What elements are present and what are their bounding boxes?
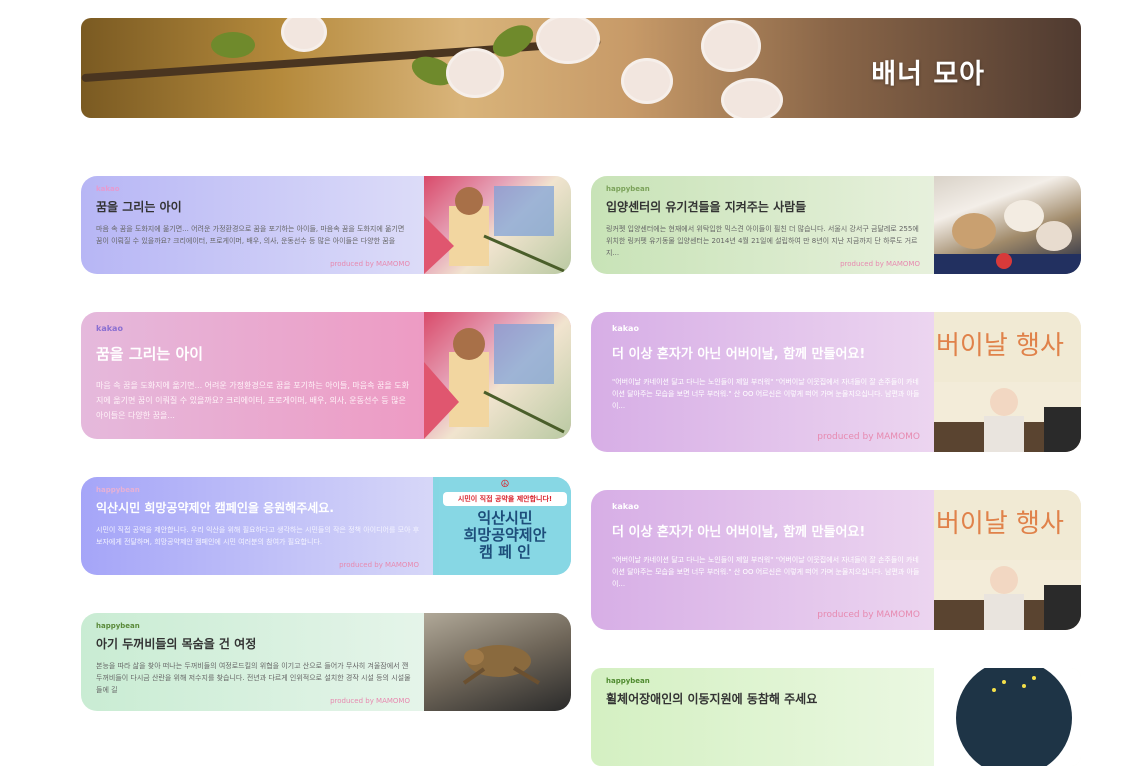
child-drawing-art xyxy=(424,324,565,439)
card-credit: produced by MAMOMO xyxy=(817,610,920,620)
blossom-decoration xyxy=(701,20,761,72)
card-title: 꿈을 그리는 아이 xyxy=(96,200,182,214)
svg-text:버이날 행사: 버이날 행사 xyxy=(936,509,1064,539)
banner-card[interactable]: happybean 휠체어장애인의 이동지원에 동참해 주세요 xyxy=(591,668,1081,766)
card-title: 휠체어장애인의 이동지원에 동참해 주세요 xyxy=(606,692,818,706)
poster-text: 익산시민 희망공약제안 캠 페 인 xyxy=(439,510,571,561)
card-tag: happybean xyxy=(606,185,650,193)
card-description: 링커펫 입양센터에는 현재에서 위탁입한 믹스견 아이들이 필친 더 많습니다.… xyxy=(606,225,919,257)
poster-line: 희망공약제안 xyxy=(463,526,547,544)
card-description: "어버이날 카네이션 달고 다니는 노인들이 제일 부러워" "어버이날 이웃집… xyxy=(612,556,920,588)
poster-line: 익산시민 xyxy=(477,509,533,527)
parents-day-event-art: 버이날 행사 xyxy=(934,312,1081,452)
blossom-decoration xyxy=(281,18,327,52)
poster-emblem-icon: ☮ xyxy=(500,479,510,490)
card-tag: kakao xyxy=(612,502,639,511)
dogs-art xyxy=(934,200,1081,274)
banner-card[interactable]: kakao 더 이상 혼자가 아닌 어버이날, 함께 만들어요! "어버이날 카… xyxy=(591,312,1081,452)
banner-card[interactable]: happybean 입양센터의 유기견들을 지켜주는 사람들 링커펫 입양센터에… xyxy=(591,176,1081,274)
dogs-image xyxy=(934,176,1081,274)
svg-text:버이날 행사: 버이날 행사 xyxy=(936,331,1064,361)
card-title: 더 이상 혼자가 아닌 어버이날, 함께 만들어요! xyxy=(612,525,866,540)
card-description: 시민이 직접 공약을 제안합니다. 우리 익산을 위해 필요하다고 생각하는 시… xyxy=(96,526,420,546)
blossom-decoration xyxy=(621,58,673,104)
banner-card[interactable]: happybean 아기 두꺼비들의 목숨을 건 여정 본능을 따라 삶을 찾아… xyxy=(81,613,571,711)
wheelchair-illustration-image xyxy=(934,668,1081,766)
card-credit: produced by MAMOMO xyxy=(339,561,419,569)
toad-art xyxy=(462,645,541,685)
card-tag: kakao xyxy=(96,185,120,193)
card-credit: produced by MAMOMO xyxy=(817,432,920,442)
card-tag: happybean xyxy=(96,622,140,630)
card-description: 마음 속 꿈을 도화지에 옮기면... 어려운 가정환경으로 꿈을 포기하는 아… xyxy=(96,225,405,245)
campaign-poster-image: ☮ 시민이 직접 공약을 제안합니다! 익산시민 희망공약제안 캠 페 인 xyxy=(433,477,571,575)
card-description: "어버이날 카네이션 달고 다니는 노인들이 제일 부러워" "어버이날 이웃집… xyxy=(612,378,920,410)
poster-line: 캠 페 인 xyxy=(479,543,531,561)
page-title: 배너 모아 xyxy=(871,59,985,90)
poster-headline: 시민이 직접 공약을 제안합니다! xyxy=(443,492,567,506)
toad-image xyxy=(424,613,571,711)
banner-card[interactable]: happybean 익산시민 희망공약제안 캠페인을 응원해주세요. 시민이 직… xyxy=(81,477,571,575)
card-tag: happybean xyxy=(606,677,650,685)
blossom-decoration xyxy=(721,78,783,118)
hero-banner: 배너 모아 xyxy=(81,18,1081,118)
card-credit: produced by MAMOMO xyxy=(330,697,410,705)
card-description: 마음 속 꿈을 도화지에 옮기면... 어려운 가정환경으로 꿈을 포기하는 아… xyxy=(96,381,410,420)
card-tag: happybean xyxy=(96,486,140,494)
circle-illustration-art xyxy=(956,668,1072,766)
card-tag: kakao xyxy=(96,324,123,333)
child-drawing-art xyxy=(424,186,565,274)
card-title: 익산시민 희망공약제안 캠페인을 응원해주세요. xyxy=(96,501,334,515)
card-title: 더 이상 혼자가 아닌 어버이날, 함께 만들어요! xyxy=(612,347,866,362)
child-drawing-image xyxy=(424,312,571,439)
parents-day-event-image: 버이날 행사 xyxy=(934,312,1081,452)
banner-card[interactable]: kakao 꿈을 그리는 아이 마음 속 꿈을 도화지에 옮기면... 어려운 … xyxy=(81,312,571,439)
banner-card[interactable]: kakao 꿈을 그리는 아이 마음 속 꿈을 도화지에 옮기면... 어려운 … xyxy=(81,176,571,274)
card-credit: produced by MAMOMO xyxy=(840,260,920,268)
parents-day-event-image: 버이날 행사 xyxy=(934,490,1081,630)
blossom-decoration xyxy=(446,48,504,98)
blossom-decoration xyxy=(536,18,600,64)
leaf-decoration xyxy=(211,32,255,58)
card-credit: produced by MAMOMO xyxy=(330,260,410,268)
card-title: 입양센터의 유기견들을 지켜주는 사람들 xyxy=(606,200,807,214)
card-description: 본능을 따라 삶을 찾아 떠나는 두꺼비들의 여정로드킬의 위협을 이기고 산으… xyxy=(96,662,411,694)
child-drawing-image xyxy=(424,176,571,274)
parents-day-event-art: 버이날 행사 xyxy=(934,490,1081,630)
banner-card[interactable]: kakao 더 이상 혼자가 아닌 어버이날, 함께 만들어요! "어버이날 카… xyxy=(591,490,1081,630)
card-title: 아기 두꺼비들의 목숨을 건 여정 xyxy=(96,637,257,651)
card-tag: kakao xyxy=(612,324,639,333)
card-title: 꿈을 그리는 아이 xyxy=(96,345,204,363)
